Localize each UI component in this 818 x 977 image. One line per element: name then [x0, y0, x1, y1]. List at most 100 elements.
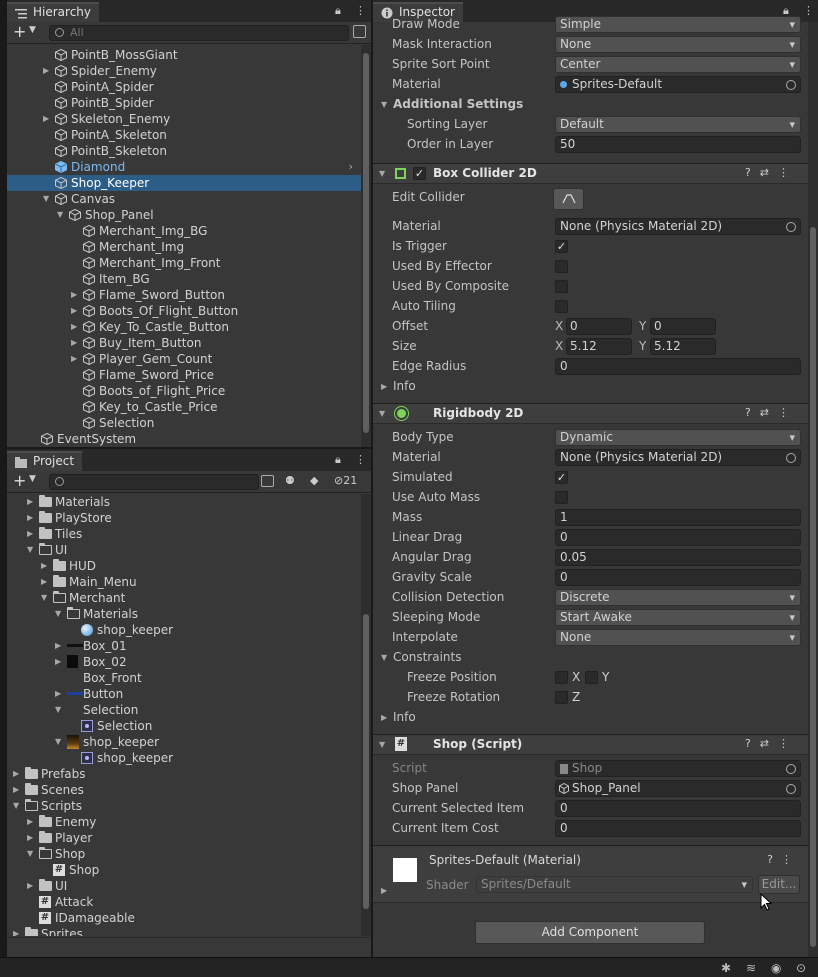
- project-item[interactable]: ▶ Enemy: [7, 814, 361, 830]
- hierarchy-search-input[interactable]: All: [49, 25, 349, 41]
- project-item[interactable]: ▼ Selection: [7, 702, 361, 718]
- collapsed-arrow-icon[interactable]: ▶: [55, 686, 65, 702]
- used-by-effector-checkbox[interactable]: [555, 260, 568, 273]
- project-item[interactable]: ▶ Prefabs: [7, 766, 361, 782]
- order-in-layer-input[interactable]: 50: [555, 136, 801, 153]
- shop-script-header[interactable]: ▼ # Shop (Script) ?⇄⋮: [373, 734, 808, 755]
- edge-radius-input[interactable]: 0: [555, 358, 801, 375]
- collapsed-arrow-icon[interactable]: ▶: [41, 574, 51, 590]
- bc-info-foldout[interactable]: ▶ Info: [373, 377, 808, 397]
- box-collider-header[interactable]: ▼ ✓ Box Collider 2D ?⇄⋮: [373, 163, 808, 184]
- auto-tiling-checkbox[interactable]: [555, 300, 568, 313]
- expanded-arrow-icon[interactable]: ▼: [27, 846, 37, 862]
- mass-input[interactable]: 1: [555, 509, 801, 526]
- kebab-menu-icon[interactable]: ⋮: [355, 453, 366, 466]
- scroll-thumb[interactable]: [363, 614, 369, 909]
- project-item[interactable]: ▶ Box_01: [7, 638, 361, 654]
- enable-checkbox[interactable]: ✓: [413, 167, 426, 180]
- hierarchy-item[interactable]: Boots_of_Flight_Price: [7, 383, 361, 399]
- collapsed-arrow-icon[interactable]: ▶: [27, 878, 37, 894]
- collapsed-arrow-icon[interactable]: ▶: [13, 766, 23, 782]
- hierarchy-item[interactable]: PointB_Skeleton: [7, 143, 361, 159]
- layers-icon[interactable]: ≋: [746, 961, 756, 975]
- search-options-icon[interactable]: [353, 25, 366, 38]
- collapsed-arrow-icon[interactable]: ▶: [55, 638, 65, 654]
- hierarchy-item[interactable]: Key_to_Castle_Price: [7, 399, 361, 415]
- search-filter-icon[interactable]: [261, 475, 274, 487]
- collapsed-arrow-icon[interactable]: ▶: [71, 351, 81, 367]
- project-item[interactable]: # IDamageable: [7, 910, 361, 926]
- mask-interaction-dropdown[interactable]: None: [555, 36, 801, 53]
- label-filter-icon[interactable]: ◆: [310, 474, 318, 487]
- hidden-packages-icon[interactable]: ⊘21: [334, 474, 357, 487]
- hierarchy-item[interactable]: ▶ Buy_Item_Button: [7, 335, 361, 351]
- scroll-thumb[interactable]: [810, 227, 816, 947]
- gravity-scale-input[interactable]: 0: [555, 569, 801, 586]
- project-item[interactable]: ▶ Player: [7, 830, 361, 846]
- sleeping-mode-dropdown[interactable]: Start Awake: [555, 609, 801, 626]
- debug-icon[interactable]: ✱: [721, 961, 731, 975]
- project-item[interactable]: ▶ Materials: [7, 494, 361, 510]
- project-item[interactable]: shop_keeper: [7, 750, 361, 766]
- hierarchy-item[interactable]: PointA_Spider: [7, 79, 361, 95]
- hierarchy-item[interactable]: PointB_MossGiant: [7, 47, 361, 63]
- expanded-arrow-icon[interactable]: ▼: [55, 734, 65, 750]
- project-item[interactable]: # Shop: [7, 862, 361, 878]
- angular-drag-input[interactable]: 0.05: [555, 549, 801, 566]
- scroll-thumb[interactable]: [363, 53, 369, 433]
- project-item[interactable]: ▼ Materials: [7, 606, 361, 622]
- collapsed-arrow-icon[interactable]: ▶: [27, 814, 37, 830]
- dropdown-arrow-icon[interactable]: ▼: [29, 25, 36, 35]
- draw-mode-dropdown[interactable]: Simple: [555, 16, 801, 33]
- component-header-icons[interactable]: ?⇄⋮: [745, 737, 798, 750]
- project-item[interactable]: ▶ Scenes: [7, 782, 361, 798]
- freeze-rot-z-checkbox[interactable]: [555, 691, 568, 704]
- rb-physics-material-field[interactable]: None (Physics Material 2D): [555, 449, 801, 466]
- collapsed-arrow-icon[interactable]: ▶: [71, 335, 81, 351]
- progress-icon[interactable]: ⊙: [796, 961, 806, 975]
- shader-dropdown[interactable]: Sprites/Default: [476, 876, 753, 893]
- collapsed-arrow-icon[interactable]: ▶: [27, 510, 37, 526]
- project-item[interactable]: ▶ Main_Menu: [7, 574, 361, 590]
- expanded-arrow-icon[interactable]: ▼: [57, 207, 67, 223]
- collapsed-arrow-icon[interactable]: ▶: [43, 111, 53, 127]
- sort-point-dropdown[interactable]: Center: [555, 56, 801, 73]
- collapsed-arrow-icon[interactable]: ▶: [13, 782, 23, 798]
- prefab-open-chevron-icon[interactable]: ›: [349, 159, 353, 175]
- expanded-arrow-icon[interactable]: ▼: [55, 606, 65, 622]
- project-item[interactable]: ▼ shop_keeper: [7, 734, 361, 750]
- hierarchy-item[interactable]: Shop_Keeper: [7, 175, 361, 191]
- collision-detection-dropdown[interactable]: Discrete: [555, 589, 801, 606]
- offset-x-input[interactable]: 0: [566, 318, 632, 335]
- project-item[interactable]: Selection: [7, 718, 361, 734]
- hierarchy-scrollbar[interactable]: [361, 45, 371, 447]
- hierarchy-item[interactable]: ▼ Canvas: [7, 191, 361, 207]
- hierarchy-item[interactable]: ▶ Skeleton_Enemy: [7, 111, 361, 127]
- collapsed-arrow-icon[interactable]: ▶: [41, 558, 51, 574]
- hierarchy-item[interactable]: Merchant_Img_Front: [7, 255, 361, 271]
- hierarchy-item[interactable]: Selection: [7, 415, 361, 431]
- shop-panel-object-field[interactable]: Shop_Panel: [555, 780, 801, 797]
- hierarchy-item[interactable]: ▶ Spider_Enemy: [7, 63, 361, 79]
- hierarchy-item[interactable]: Flame_Sword_Price: [7, 367, 361, 383]
- project-item[interactable]: ▶ HUD: [7, 558, 361, 574]
- size-x-input[interactable]: 5.12: [566, 338, 632, 355]
- project-search-input[interactable]: [49, 474, 259, 490]
- material-header-icons[interactable]: ?⋮: [767, 853, 800, 866]
- component-header-icons[interactable]: ?⇄⋮: [745, 166, 798, 179]
- lighting-icon[interactable]: ◉: [771, 961, 781, 975]
- collapsed-arrow-icon[interactable]: ▶: [43, 63, 53, 79]
- tab-project[interactable]: Project: [7, 451, 83, 471]
- simulated-checkbox[interactable]: ✓: [555, 471, 568, 484]
- hierarchy-item[interactable]: ▶ Key_To_Castle_Button: [7, 319, 361, 335]
- project-item[interactable]: ▼ Scripts: [7, 798, 361, 814]
- project-item[interactable]: Box_Front: [7, 670, 361, 686]
- interpolate-dropdown[interactable]: None: [555, 629, 801, 646]
- component-header-icons[interactable]: ?⇄⋮: [745, 406, 798, 419]
- offset-y-input[interactable]: 0: [650, 318, 716, 335]
- add-icon[interactable]: +: [13, 473, 26, 489]
- collapsed-arrow-icon[interactable]: ▶: [71, 303, 81, 319]
- hierarchy-item[interactable]: EventSystem: [7, 431, 361, 447]
- additional-settings-foldout[interactable]: ▼ Additional Settings: [373, 95, 808, 115]
- constraints-foldout[interactable]: ▼ Constraints: [373, 648, 808, 668]
